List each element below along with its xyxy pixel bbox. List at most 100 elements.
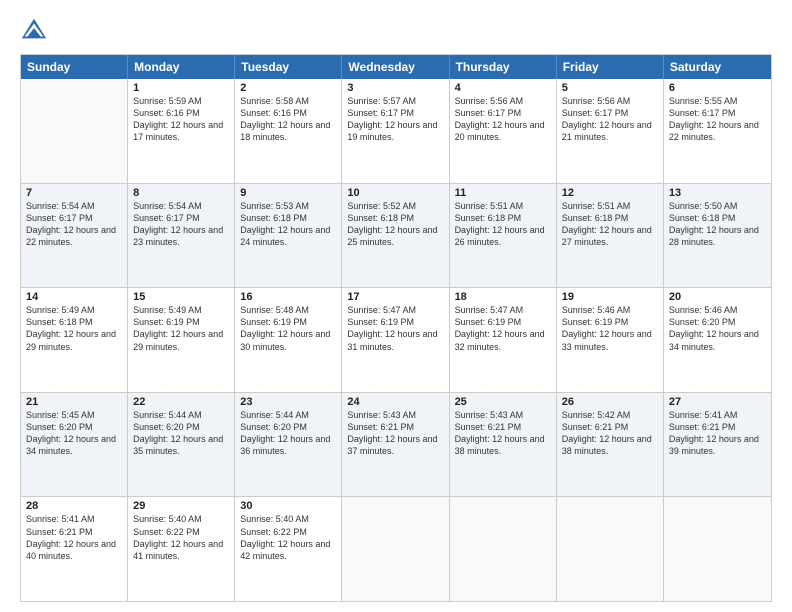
cell-info: Sunrise: 5:59 AMSunset: 6:16 PMDaylight:… — [133, 95, 229, 144]
day-number: 29 — [133, 500, 229, 512]
calendar-cell: 16Sunrise: 5:48 AMSunset: 6:19 PMDayligh… — [235, 288, 342, 392]
cell-info: Sunrise: 5:41 AMSunset: 6:21 PMDaylight:… — [26, 513, 122, 562]
day-number: 15 — [133, 291, 229, 303]
cell-info: Sunrise: 5:53 AMSunset: 6:18 PMDaylight:… — [240, 200, 336, 249]
page: SundayMondayTuesdayWednesdayThursdayFrid… — [0, 0, 792, 612]
header — [20, 16, 772, 44]
cell-info: Sunrise: 5:45 AMSunset: 6:20 PMDaylight:… — [26, 409, 122, 458]
cell-info: Sunrise: 5:52 AMSunset: 6:18 PMDaylight:… — [347, 200, 443, 249]
day-number: 4 — [455, 82, 551, 94]
calendar-cell — [342, 497, 449, 601]
day-number: 14 — [26, 291, 122, 303]
calendar: SundayMondayTuesdayWednesdayThursdayFrid… — [20, 54, 772, 602]
calendar-header-row: SundayMondayTuesdayWednesdayThursdayFrid… — [21, 55, 771, 79]
calendar-cell: 23Sunrise: 5:44 AMSunset: 6:20 PMDayligh… — [235, 393, 342, 497]
cell-info: Sunrise: 5:56 AMSunset: 6:17 PMDaylight:… — [455, 95, 551, 144]
cell-info: Sunrise: 5:43 AMSunset: 6:21 PMDaylight:… — [455, 409, 551, 458]
calendar-cell: 13Sunrise: 5:50 AMSunset: 6:18 PMDayligh… — [664, 184, 771, 288]
cell-info: Sunrise: 5:55 AMSunset: 6:17 PMDaylight:… — [669, 95, 766, 144]
cell-info: Sunrise: 5:47 AMSunset: 6:19 PMDaylight:… — [347, 304, 443, 353]
cell-info: Sunrise: 5:43 AMSunset: 6:21 PMDaylight:… — [347, 409, 443, 458]
calendar-cell: 6Sunrise: 5:55 AMSunset: 6:17 PMDaylight… — [664, 79, 771, 183]
day-number: 20 — [669, 291, 766, 303]
cell-info: Sunrise: 5:48 AMSunset: 6:19 PMDaylight:… — [240, 304, 336, 353]
cell-info: Sunrise: 5:42 AMSunset: 6:21 PMDaylight:… — [562, 409, 658, 458]
calendar-cell: 22Sunrise: 5:44 AMSunset: 6:20 PMDayligh… — [128, 393, 235, 497]
day-number: 24 — [347, 396, 443, 408]
day-number: 25 — [455, 396, 551, 408]
calendar-cell: 9Sunrise: 5:53 AMSunset: 6:18 PMDaylight… — [235, 184, 342, 288]
calendar-cell: 24Sunrise: 5:43 AMSunset: 6:21 PMDayligh… — [342, 393, 449, 497]
day-number: 1 — [133, 82, 229, 94]
calendar-cell: 25Sunrise: 5:43 AMSunset: 6:21 PMDayligh… — [450, 393, 557, 497]
cell-info: Sunrise: 5:47 AMSunset: 6:19 PMDaylight:… — [455, 304, 551, 353]
cell-info: Sunrise: 5:44 AMSunset: 6:20 PMDaylight:… — [240, 409, 336, 458]
cell-info: Sunrise: 5:54 AMSunset: 6:17 PMDaylight:… — [26, 200, 122, 249]
calendar-cell: 29Sunrise: 5:40 AMSunset: 6:22 PMDayligh… — [128, 497, 235, 601]
calendar-cell: 8Sunrise: 5:54 AMSunset: 6:17 PMDaylight… — [128, 184, 235, 288]
calendar-cell: 14Sunrise: 5:49 AMSunset: 6:18 PMDayligh… — [21, 288, 128, 392]
day-number: 27 — [669, 396, 766, 408]
calendar-cell: 30Sunrise: 5:40 AMSunset: 6:22 PMDayligh… — [235, 497, 342, 601]
header-cell-friday: Friday — [557, 55, 664, 79]
day-number: 12 — [562, 187, 658, 199]
day-number: 30 — [240, 500, 336, 512]
day-number: 6 — [669, 82, 766, 94]
calendar-cell — [21, 79, 128, 183]
day-number: 22 — [133, 396, 229, 408]
logo-icon — [20, 16, 48, 44]
cell-info: Sunrise: 5:57 AMSunset: 6:17 PMDaylight:… — [347, 95, 443, 144]
calendar-row: 21Sunrise: 5:45 AMSunset: 6:20 PMDayligh… — [21, 392, 771, 497]
day-number: 10 — [347, 187, 443, 199]
calendar-cell: 15Sunrise: 5:49 AMSunset: 6:19 PMDayligh… — [128, 288, 235, 392]
day-number: 26 — [562, 396, 658, 408]
header-cell-thursday: Thursday — [450, 55, 557, 79]
calendar-row: 1Sunrise: 5:59 AMSunset: 6:16 PMDaylight… — [21, 79, 771, 183]
calendar-cell: 27Sunrise: 5:41 AMSunset: 6:21 PMDayligh… — [664, 393, 771, 497]
calendar-cell: 1Sunrise: 5:59 AMSunset: 6:16 PMDaylight… — [128, 79, 235, 183]
cell-info: Sunrise: 5:51 AMSunset: 6:18 PMDaylight:… — [562, 200, 658, 249]
day-number: 28 — [26, 500, 122, 512]
calendar-cell — [557, 497, 664, 601]
cell-info: Sunrise: 5:49 AMSunset: 6:18 PMDaylight:… — [26, 304, 122, 353]
calendar-cell: 21Sunrise: 5:45 AMSunset: 6:20 PMDayligh… — [21, 393, 128, 497]
cell-info: Sunrise: 5:41 AMSunset: 6:21 PMDaylight:… — [669, 409, 766, 458]
calendar-row: 7Sunrise: 5:54 AMSunset: 6:17 PMDaylight… — [21, 183, 771, 288]
cell-info: Sunrise: 5:50 AMSunset: 6:18 PMDaylight:… — [669, 200, 766, 249]
calendar-cell — [450, 497, 557, 601]
header-cell-saturday: Saturday — [664, 55, 771, 79]
calendar-cell: 20Sunrise: 5:46 AMSunset: 6:20 PMDayligh… — [664, 288, 771, 392]
day-number: 8 — [133, 187, 229, 199]
day-number: 5 — [562, 82, 658, 94]
calendar-cell: 2Sunrise: 5:58 AMSunset: 6:16 PMDaylight… — [235, 79, 342, 183]
cell-info: Sunrise: 5:56 AMSunset: 6:17 PMDaylight:… — [562, 95, 658, 144]
logo — [20, 16, 52, 44]
header-cell-tuesday: Tuesday — [235, 55, 342, 79]
day-number: 2 — [240, 82, 336, 94]
cell-info: Sunrise: 5:51 AMSunset: 6:18 PMDaylight:… — [455, 200, 551, 249]
cell-info: Sunrise: 5:58 AMSunset: 6:16 PMDaylight:… — [240, 95, 336, 144]
calendar-row: 14Sunrise: 5:49 AMSunset: 6:18 PMDayligh… — [21, 287, 771, 392]
day-number: 3 — [347, 82, 443, 94]
cell-info: Sunrise: 5:46 AMSunset: 6:20 PMDaylight:… — [669, 304, 766, 353]
calendar-cell: 3Sunrise: 5:57 AMSunset: 6:17 PMDaylight… — [342, 79, 449, 183]
cell-info: Sunrise: 5:40 AMSunset: 6:22 PMDaylight:… — [133, 513, 229, 562]
calendar-cell — [664, 497, 771, 601]
cell-info: Sunrise: 5:54 AMSunset: 6:17 PMDaylight:… — [133, 200, 229, 249]
cell-info: Sunrise: 5:46 AMSunset: 6:19 PMDaylight:… — [562, 304, 658, 353]
calendar-cell: 19Sunrise: 5:46 AMSunset: 6:19 PMDayligh… — [557, 288, 664, 392]
header-cell-sunday: Sunday — [21, 55, 128, 79]
day-number: 17 — [347, 291, 443, 303]
day-number: 9 — [240, 187, 336, 199]
calendar-cell: 12Sunrise: 5:51 AMSunset: 6:18 PMDayligh… — [557, 184, 664, 288]
cell-info: Sunrise: 5:44 AMSunset: 6:20 PMDaylight:… — [133, 409, 229, 458]
cell-info: Sunrise: 5:49 AMSunset: 6:19 PMDaylight:… — [133, 304, 229, 353]
day-number: 13 — [669, 187, 766, 199]
calendar-cell: 7Sunrise: 5:54 AMSunset: 6:17 PMDaylight… — [21, 184, 128, 288]
header-cell-wednesday: Wednesday — [342, 55, 449, 79]
calendar-cell: 26Sunrise: 5:42 AMSunset: 6:21 PMDayligh… — [557, 393, 664, 497]
day-number: 23 — [240, 396, 336, 408]
day-number: 11 — [455, 187, 551, 199]
day-number: 7 — [26, 187, 122, 199]
day-number: 18 — [455, 291, 551, 303]
